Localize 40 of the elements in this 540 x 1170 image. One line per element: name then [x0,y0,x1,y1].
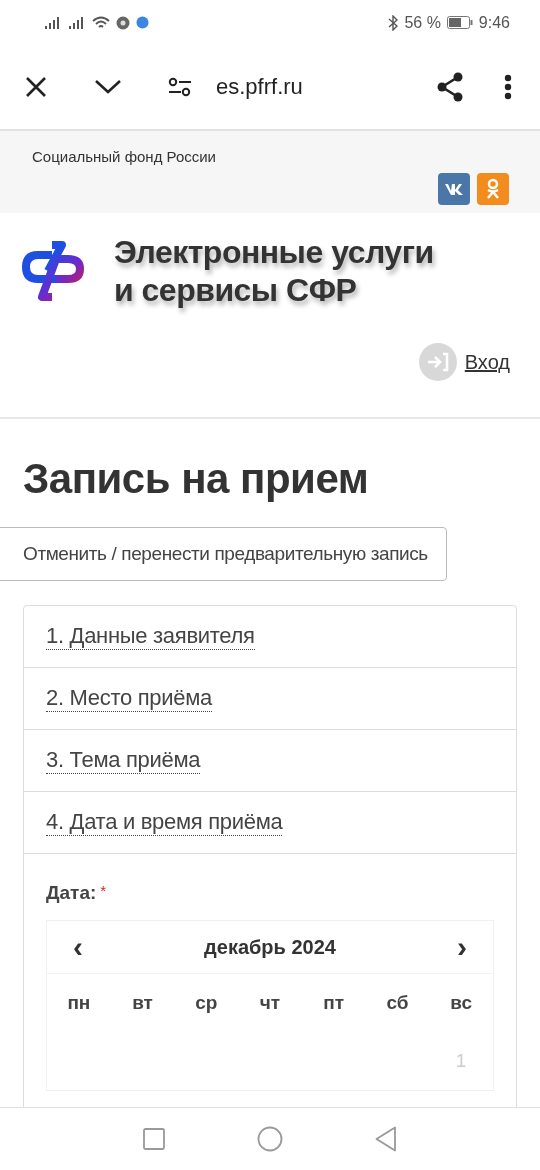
site-settings-icon[interactable] [168,77,192,97]
date-label: Дата: [46,882,97,904]
back-icon[interactable] [375,1126,397,1152]
globe-icon [136,16,149,29]
site-title: Электронные услуги и сервисы СФР [114,233,434,309]
close-icon[interactable] [25,76,47,98]
month-title: декабрь 2024 [204,935,336,959]
battery-percent: 56 % [404,13,441,32]
chevron-down-icon[interactable] [94,79,122,95]
url-text[interactable]: es.pfrf.ru [216,74,436,100]
recents-icon[interactable] [143,1128,165,1150]
cancel-appointment-button[interactable]: Отменить / перенести предварительную запись [0,527,447,581]
weekday-label: пн [67,992,91,1014]
weekday-label: вт [132,992,153,1014]
wifi-icon [92,15,110,30]
login-link[interactable]: Вход [464,350,510,374]
next-month-button[interactable]: › [453,930,471,964]
prev-month-button[interactable]: ‹ [69,930,87,964]
signal-icon [44,15,62,30]
step-link[interactable]: 3. Тема приёма [46,747,201,774]
signal-icon [68,15,86,30]
more-icon[interactable] [504,74,512,100]
step-link[interactable]: 1. Данные заявителя [46,623,255,650]
weekday-label: сб [386,992,409,1014]
weekday-label: вс [450,992,473,1014]
step-link[interactable]: 2. Место приёма [46,685,212,712]
home-icon[interactable] [257,1126,283,1152]
bluetooth-icon [388,14,399,31]
browser-icon [116,15,130,30]
battery-icon [446,16,473,29]
weekday-label: чт [259,992,281,1014]
weekday-label: ср [195,992,218,1014]
share-icon[interactable] [436,72,464,102]
weekday-label: пт [323,992,345,1014]
vk-icon[interactable] [438,173,470,205]
required-mark: * [100,882,107,899]
org-name: Социальный фонд России [32,148,216,165]
page-title: Запись на прием [23,455,370,503]
step-link[interactable]: 4. Дата и время приёма [46,809,283,836]
clock: 9:46 [478,13,510,32]
